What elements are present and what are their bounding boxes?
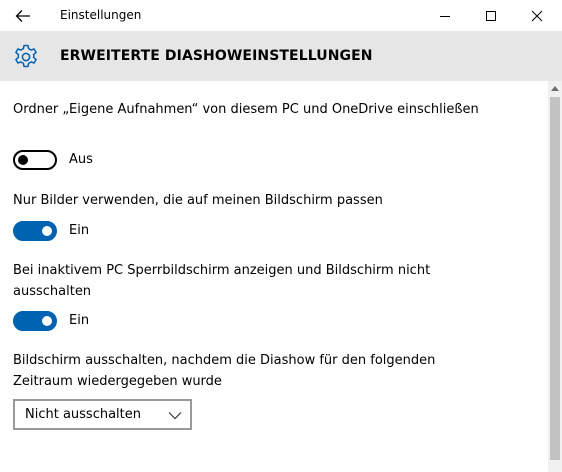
vertical-scrollbar[interactable] — [548, 81, 562, 472]
setting-inactive-lockscreen-label: Bei inaktivem PC Sperrbildschirm anzeige… — [13, 263, 431, 299]
back-button[interactable] — [0, 0, 46, 31]
screen-off-label: Bildschirm ausschalten, nachdem die Dias… — [13, 353, 436, 389]
close-button[interactable] — [514, 0, 560, 31]
scroll-up-button[interactable] — [548, 81, 562, 95]
minimize-button[interactable] — [422, 0, 468, 31]
setting-fit-screen-label: Nur Bilder verwenden, die auf meinen Bil… — [13, 193, 383, 208]
toggle-knob — [18, 155, 28, 165]
chevron-down-icon — [168, 412, 182, 420]
page-header: ERWEITERTE DIASHOWEINSTELLUNGEN — [0, 31, 562, 81]
scrollbar-thumb[interactable] — [550, 97, 560, 460]
window-title: Einstellungen — [60, 8, 142, 22]
fit-screen-state: Ein — [69, 223, 90, 238]
screen-off-dropdown[interactable]: Nicht ausschalten — [13, 399, 192, 430]
setting-include-camera-roll-label: Ordner „Eigene Aufnahmen“ von diesem PC … — [13, 102, 479, 117]
toggle-knob — [42, 316, 52, 326]
minimize-icon — [440, 15, 450, 17]
fit-screen-toggle[interactable] — [13, 221, 57, 241]
back-arrow-icon — [15, 9, 30, 22]
page-title: ERWEITERTE DIASHOWEINSTELLUNGEN — [60, 48, 373, 64]
settings-window: Einstellungen ERWEITERTE DIASHOWEINSTELL… — [0, 0, 562, 472]
settings-content: Ordner „Eigene Aufnahmen“ von diesem PC … — [0, 81, 548, 472]
maximize-button[interactable] — [468, 0, 514, 31]
toggle-knob — [42, 226, 52, 236]
include-camera-roll-toggle[interactable] — [13, 150, 57, 170]
inactive-lockscreen-state: Ein — [69, 313, 90, 328]
close-icon — [531, 10, 543, 21]
screen-off-selected-value: Nicht ausschalten — [25, 407, 142, 422]
scroll-up-arrow-icon — [551, 86, 559, 91]
title-bar: Einstellungen — [0, 0, 562, 31]
inactive-lockscreen-toggle[interactable] — [13, 311, 57, 331]
gear-icon — [15, 44, 37, 68]
maximize-icon — [486, 10, 496, 21]
include-camera-roll-state: Aus — [69, 152, 93, 167]
